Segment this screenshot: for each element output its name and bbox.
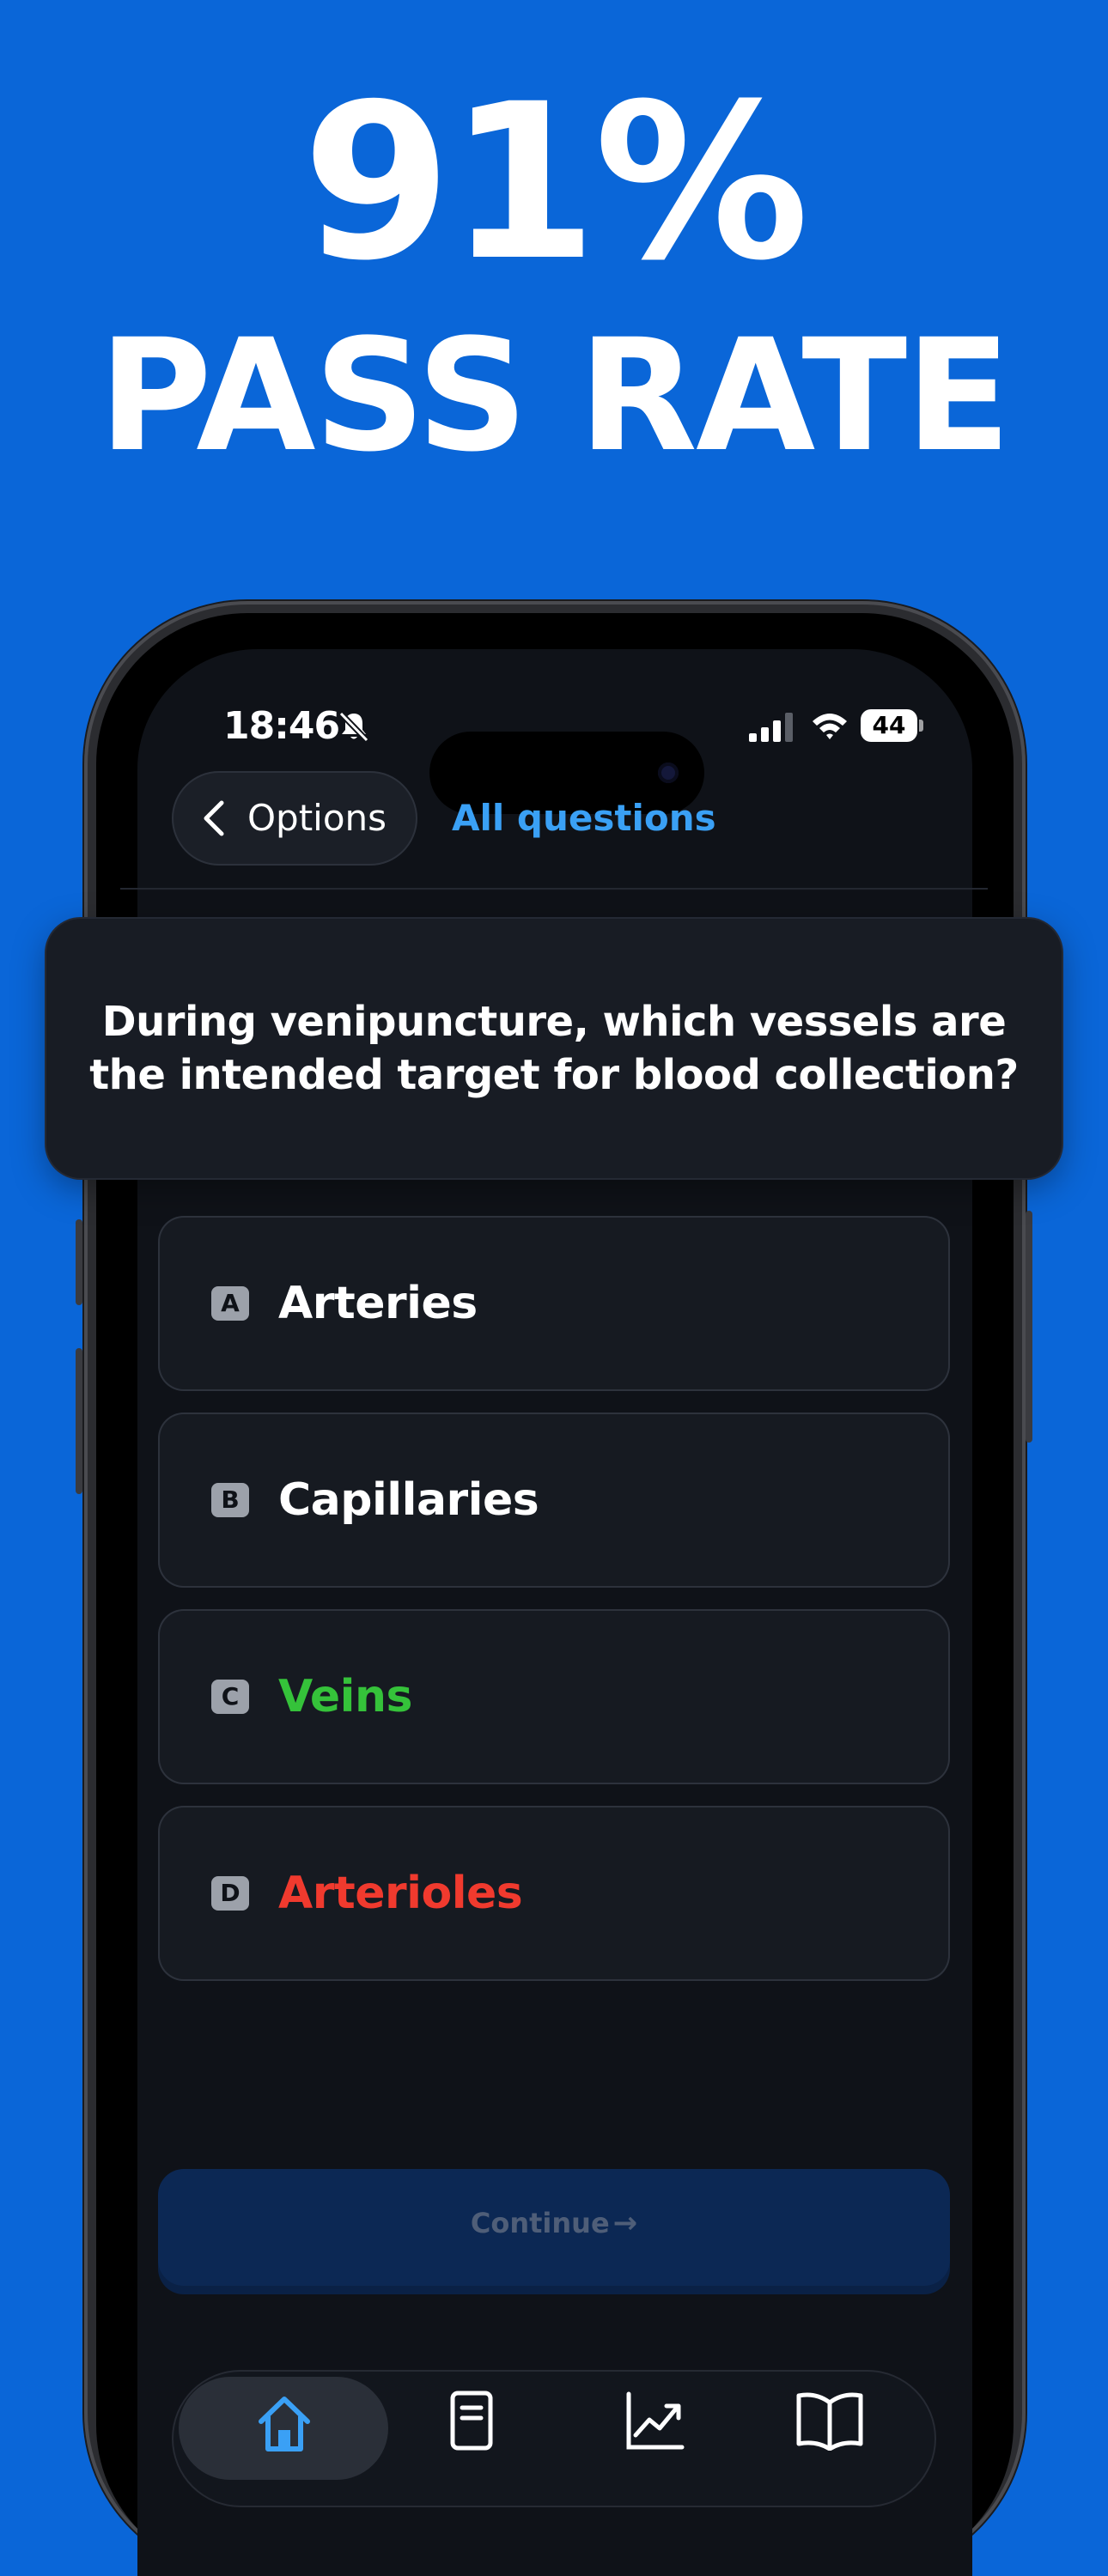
answer-option-c[interactable]: C Veins: [158, 1609, 950, 1784]
options-back-button[interactable]: Options: [172, 771, 417, 866]
phone-volume-up: [76, 1348, 82, 1494]
answer-text-wrong: Arterioles: [278, 1868, 523, 1919]
home-icon: [259, 2397, 310, 2451]
top-nav: Options All questions: [137, 771, 972, 872]
continue-label: Continue: [470, 2207, 610, 2239]
status-time: 18:46: [223, 704, 340, 748]
answer-letter-badge: D: [211, 1876, 249, 1911]
battery-tip: [919, 720, 923, 732]
tab-questions[interactable]: [404, 2370, 575, 2473]
answer-letter-badge: C: [211, 1680, 249, 1714]
promo-subheadline: PASS RATE: [98, 307, 1011, 486]
answer-text: Arteries: [278, 1278, 478, 1329]
battery-level: 44: [861, 709, 917, 742]
answer-letter-badge: B: [211, 1483, 249, 1517]
answer-option-d[interactable]: D Arterioles: [158, 1806, 950, 1981]
phone-power-button: [1026, 1211, 1032, 1443]
status-bar: 18:46 44: [137, 701, 972, 814]
phone-side-button: [76, 1219, 82, 1305]
chevron-left-icon: [204, 800, 224, 836]
answer-letter-badge: A: [211, 1286, 249, 1321]
book-icon: [796, 2392, 863, 2451]
wifi-icon: [813, 714, 847, 739]
cellular-signal-icon: [749, 713, 793, 742]
back-label: Options: [247, 797, 387, 839]
all-questions-link[interactable]: All questions: [452, 771, 716, 866]
bell-muted-icon: [338, 711, 369, 743]
tab-study[interactable]: [756, 2370, 928, 2473]
tab-home[interactable]: [179, 2377, 388, 2480]
answer-option-a[interactable]: A Arteries: [158, 1216, 950, 1391]
answer-list: A Arteries B Capillaries C Veins D Arter…: [158, 1216, 950, 2002]
question-card: During venipuncture, which vessels are t…: [46, 919, 1062, 1178]
promo-headline: 91%: [301, 58, 809, 307]
question-text: During venipuncture, which vessels are t…: [89, 998, 1019, 1099]
answer-text: Capillaries: [278, 1474, 539, 1526]
document-icon: [450, 2391, 493, 2451]
answer-text-correct: Veins: [278, 1671, 412, 1722]
tab-stats[interactable]: [579, 2370, 751, 2473]
tab-bar: [172, 2370, 936, 2507]
answer-option-b[interactable]: B Capillaries: [158, 1413, 950, 1588]
nav-divider: [120, 888, 988, 890]
continue-button[interactable]: Continue →: [158, 2169, 950, 2286]
chart-icon: [626, 2391, 685, 2450]
arrow-right-icon: →: [612, 2206, 638, 2240]
